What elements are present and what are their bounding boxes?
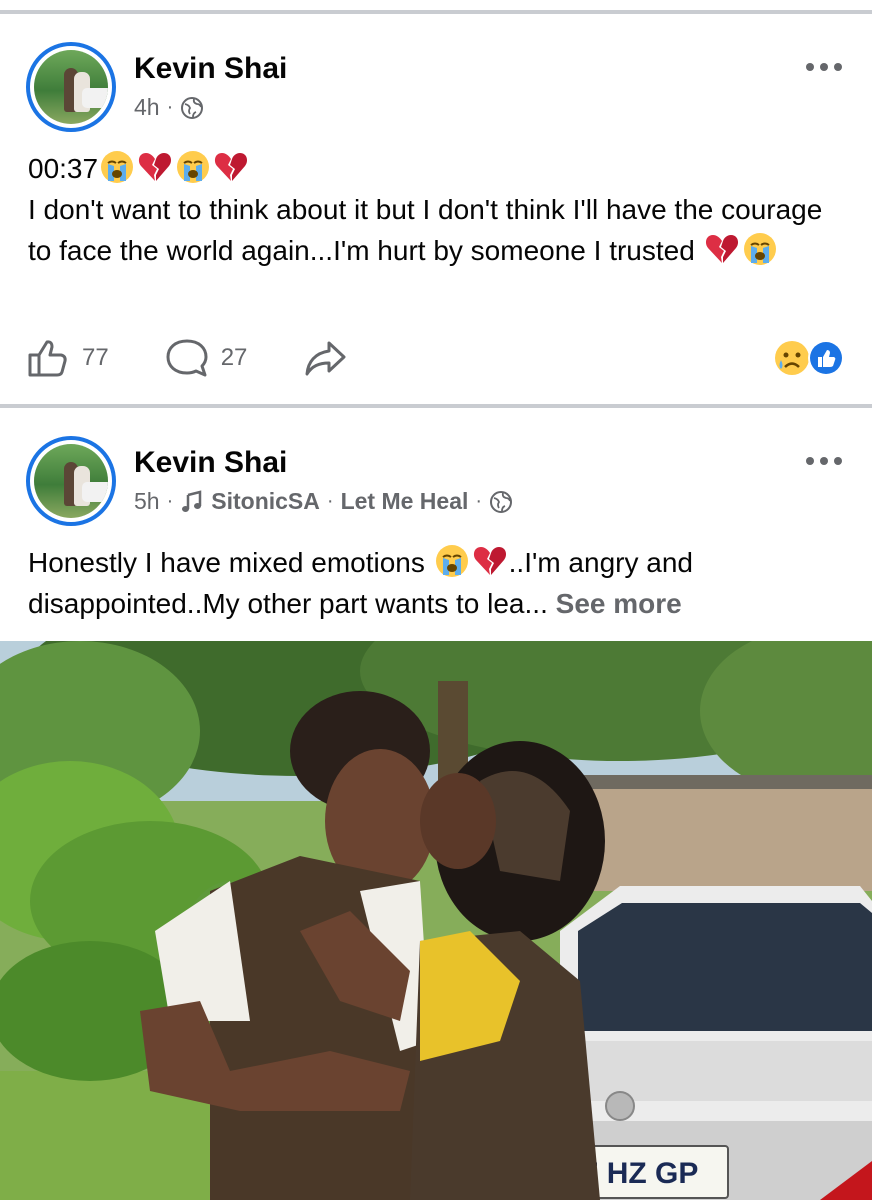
post-card: Kevin Shai 5h · SitonicSA · Let Me Heal … <box>0 408 872 1200</box>
avatar[interactable] <box>26 42 116 132</box>
crying-face-emoji-icon <box>742 231 778 267</box>
see-more-link[interactable]: See more <box>556 588 682 619</box>
more-options-icon[interactable] <box>806 62 842 72</box>
avatar[interactable] <box>26 436 116 526</box>
avatar-photo <box>34 50 108 124</box>
author-name[interactable]: Kevin Shai <box>134 446 287 480</box>
avatar-photo <box>34 444 108 518</box>
post-meta: 5h · SitonicSA · Let Me Heal · <box>134 488 513 515</box>
post-time-text: 00:37 <box>28 153 99 184</box>
like-count: 77 <box>82 344 109 371</box>
music-note-icon <box>182 489 202 512</box>
crying-face-emoji-icon <box>99 149 135 185</box>
meta-separator: · <box>475 490 483 512</box>
post-actions: 77 27 <box>26 336 403 380</box>
meta-separator: · <box>166 96 174 118</box>
post-text: 00:37 I don't want to think about it but… <box>28 148 848 271</box>
like-icon <box>28 340 67 377</box>
post-body: I don't want to think about it but I don… <box>28 189 848 271</box>
author-name[interactable]: Kevin Shai <box>134 52 287 86</box>
post-time[interactable]: 4h <box>134 94 160 121</box>
meta-separator: · <box>166 490 174 512</box>
post-text: Honestly I have mixed emotions ..I'm ang… <box>28 542 848 624</box>
share-button[interactable] <box>303 337 347 379</box>
globe-icon <box>489 490 513 514</box>
post-meta: 4h · <box>134 94 204 121</box>
reactions-summary[interactable] <box>772 338 846 378</box>
music-song[interactable]: Let Me Heal <box>341 488 469 515</box>
sad-face-reaction-icon <box>775 341 809 375</box>
like-button[interactable]: 77 <box>26 337 109 379</box>
like-reaction-icon <box>808 340 844 376</box>
comment-button[interactable]: 27 <box>165 337 248 379</box>
broken-heart-emoji-icon <box>472 543 508 579</box>
post-card: Kevin Shai 4h · 00:37 I don't want to th… <box>0 14 872 404</box>
meta-separator: · <box>326 490 334 512</box>
post-first-line: 00:37 <box>28 148 848 189</box>
globe-icon <box>180 96 204 120</box>
music-artist[interactable]: SitonicSA <box>211 488 320 515</box>
broken-heart-emoji-icon <box>137 149 173 185</box>
comment-count: 27 <box>220 344 248 371</box>
post-body-start: Honestly I have mixed emotions <box>28 547 425 578</box>
more-options-icon[interactable] <box>806 456 842 466</box>
post-photo[interactable]: 47 HZ GP <box>0 641 872 1200</box>
comment-icon <box>166 339 208 377</box>
crying-face-emoji-icon <box>175 149 211 185</box>
post-time[interactable]: 5h <box>134 488 160 515</box>
broken-heart-emoji-icon <box>213 149 249 185</box>
share-icon <box>305 341 346 376</box>
crying-face-emoji-icon <box>434 543 470 579</box>
broken-heart-emoji-icon <box>704 231 740 267</box>
